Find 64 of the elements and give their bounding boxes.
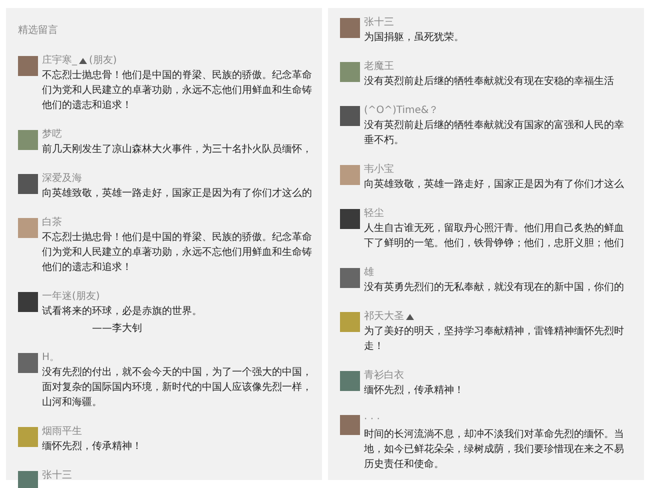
comment-text: 为国捐躯，虽死犹荣。: [364, 30, 464, 45]
avatar-placeholder: [18, 471, 38, 488]
avatar-placeholder: [340, 312, 360, 332]
avatar-placeholder: [18, 218, 38, 238]
comment-text: 他们的遗志和追求！: [42, 260, 133, 275]
comment-text: 不忘烈士抛忠骨！他们是中国的脊梁、民族的骄傲。纪念革命: [42, 68, 312, 83]
comment-text: 前几天刚发生了凉山森林大火事件，为三十名扑火队员缅怀，: [42, 142, 312, 157]
user-name: 雄: [364, 266, 374, 280]
friend-tag: (朋友): [89, 54, 117, 68]
avatar-placeholder: [340, 106, 360, 126]
avatar-placeholder: [18, 292, 38, 312]
comment-text: 向英雄致敬，英雄一路走好，国家正是因为有了你们才这么: [364, 178, 624, 192]
comment-text: 没有先烈的付出，就不会今天的中国，为了一个强大的中国，: [42, 366, 312, 380]
comment-text: 下了鲜明的一笔。他们，铁骨铮铮；他们，忠肝义胆；他们: [364, 236, 624, 251]
comment-text: 面对复杂的国际国内环境，新时代的中国人应该像先烈一样，: [42, 380, 312, 395]
comment-text: 走！: [364, 340, 385, 354]
comment-text: 他们的遗志和追求！: [42, 98, 133, 113]
comment-text: 为了美好的明天，坚持学习奉献精神，雷锋精神缅怀先烈时: [364, 324, 624, 339]
avatar-placeholder: [18, 427, 38, 447]
avatar-placeholder: [18, 56, 38, 76]
comment-text: 们为党和人民建立的卓著功勋，永远不忘他们用鲜血和生命铸: [42, 84, 312, 98]
comment-text: 没有英勇先烈们的无私奉献，就没有现在的新中国，你们的: [364, 280, 624, 295]
comment-text: 没有英烈前赴后继的牺牲奉献就没有国家的富强和人民的幸: [364, 118, 624, 133]
user-name: 白茶: [42, 216, 62, 230]
user-name: 烟雨平生: [42, 425, 82, 439]
user-name: (^O^)Time&？: [364, 104, 439, 118]
user-name: 张十三: [42, 469, 72, 483]
user-name: 深爱及海: [42, 172, 82, 186]
avatar-placeholder: [340, 371, 360, 391]
avatar-placeholder: [340, 18, 360, 38]
user-name: 轻尘: [364, 207, 384, 221]
avatar-placeholder: [18, 174, 38, 194]
user-name: 青衫白衣: [364, 369, 404, 383]
quote-attribution: ——李大钊: [92, 322, 142, 336]
user-name: 老魔王: [364, 60, 394, 74]
user-name: 祁天大圣: [364, 310, 404, 324]
comment-text: 不忘烈士抛忠骨！他们是中国的脊梁、民族的骄傲。纪念革命: [42, 230, 312, 245]
avatar-placeholder: [340, 415, 360, 435]
user-name: 张十三: [364, 16, 394, 30]
avatar-placeholder: [18, 130, 38, 150]
comment-text: 时间的长河流淌不息，却冲不淡我们对革命先烈的缅怀。当: [364, 428, 624, 442]
comment-text: 缅怀先烈，传承精神！: [364, 384, 464, 398]
comment-text: 没有英烈前赴后继的牺牲奉献就没有现在安稳的幸福生活: [364, 74, 614, 89]
user-name: 庄宇寒_: [42, 54, 77, 68]
user-name: 梦呓: [42, 128, 62, 142]
comment-text: 向英雄致敬，英雄一路走好，国家正是因为有了你们才这么的: [42, 186, 312, 201]
avatar-placeholder: [18, 353, 38, 373]
avatar-placeholder: [340, 165, 360, 185]
comment-text: 历史责任和使命。: [364, 458, 445, 472]
section-title: 精选留言: [18, 24, 59, 38]
comment-text: 试看将来的环球，必是赤旗的世界。: [42, 304, 202, 319]
comment-text: 地，如今已鲜花朵朵，绿树成荫，我们要珍惜现在来之不易: [364, 442, 624, 457]
user-name: H。: [42, 351, 60, 365]
comment-text: 缅怀先烈，传承精神！: [42, 440, 142, 454]
comment-text: 人生自古谁无死，留取丹心照汗青。他们用自己炙热的鲜血: [364, 222, 624, 236]
avatar-placeholder: [340, 268, 360, 288]
avatar-placeholder: [340, 209, 360, 229]
user-name: · · ·: [364, 413, 380, 427]
comment-text: 们为党和人民建立的卓著功勋，永远不忘他们用鲜血和生命铸: [42, 246, 312, 260]
user-name: 韦小宝: [364, 163, 394, 177]
avatar-placeholder: [340, 62, 360, 82]
comment-text: 垂不朽。: [364, 134, 405, 148]
user-name: 一年迷(朋友): [42, 290, 100, 304]
comment-text: 山河和海疆。: [42, 396, 103, 410]
